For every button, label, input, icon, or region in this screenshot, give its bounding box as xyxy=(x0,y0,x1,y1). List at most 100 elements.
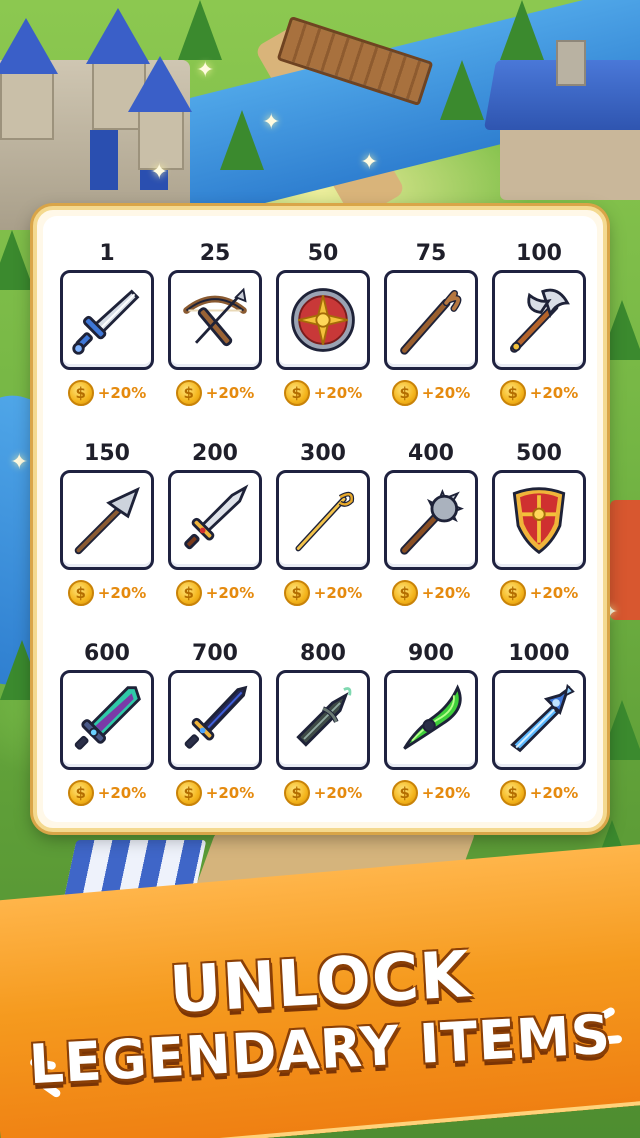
bonus-percent: +20% xyxy=(421,384,471,402)
item-slot[interactable] xyxy=(168,270,262,370)
bonus-percent: +20% xyxy=(529,384,579,402)
bonus-percent: +20% xyxy=(313,584,363,602)
item-level: 500 xyxy=(516,441,562,466)
battle-axe-icon xyxy=(510,288,570,353)
coin-icon: $ xyxy=(67,780,94,806)
bonus: $ +20% xyxy=(283,580,363,606)
item-cell[interactable]: 75 $ +20% xyxy=(377,238,485,438)
bonus-percent: +20% xyxy=(205,384,255,402)
item-cell[interactable]: 25 $ +20% xyxy=(161,238,269,438)
tree xyxy=(500,0,544,60)
emerald-sword-icon xyxy=(74,686,141,750)
item-slot[interactable] xyxy=(492,470,586,570)
chimney xyxy=(556,40,586,86)
item-slot[interactable] xyxy=(492,270,586,370)
sparkle-icon: ✦ xyxy=(150,160,169,185)
item-cell[interactable]: 300 $ +20% xyxy=(269,438,377,638)
item-level: 200 xyxy=(192,441,238,466)
tree xyxy=(440,60,484,120)
coin-icon: $ xyxy=(175,780,202,806)
crossbow-icon xyxy=(183,287,247,347)
item-cell[interactable]: 800 $ +20% xyxy=(269,638,377,838)
staff-icon xyxy=(400,290,462,355)
castle-banner xyxy=(90,130,118,190)
item-cell[interactable]: 1 $ +20% xyxy=(53,238,161,438)
bonus: $ +20% xyxy=(391,380,471,406)
bonus: $ +20% xyxy=(283,380,363,406)
bonus: $ +20% xyxy=(499,580,578,606)
dark-sword-icon xyxy=(184,685,248,749)
item-cell[interactable]: 500 $ +20% xyxy=(485,438,593,638)
bonus-percent: +20% xyxy=(421,584,471,602)
item-cell[interactable]: 1000 $ +20% xyxy=(485,638,593,838)
bonus: $ +20% xyxy=(391,780,470,806)
item-slot[interactable] xyxy=(384,470,478,570)
item-slot[interactable] xyxy=(168,670,262,770)
bonus-percent: +20% xyxy=(205,784,255,802)
bonus-percent: +20% xyxy=(97,784,147,802)
castle-tower-roof xyxy=(128,56,192,112)
tree xyxy=(178,0,222,60)
item-slot[interactable] xyxy=(276,670,370,770)
bonus: $ +20% xyxy=(283,780,363,806)
item-level: 150 xyxy=(84,441,130,466)
bonus-percent: +20% xyxy=(205,584,255,602)
coin-icon: $ xyxy=(499,380,526,406)
item-level: 300 xyxy=(300,441,346,466)
item-slot[interactable] xyxy=(168,470,262,570)
jade-blade-icon xyxy=(403,684,462,750)
coin-icon: $ xyxy=(67,380,94,406)
item-cell[interactable]: 600 $ +20% xyxy=(53,638,161,838)
items-grid: 1 $ +20% 25 $ +20% 50 $ +20% 75 $ +20% 1… xyxy=(53,238,593,838)
coin-icon: $ xyxy=(175,380,202,406)
item-cell[interactable]: 50 $ +20% xyxy=(269,238,377,438)
item-cell[interactable]: 700 $ +20% xyxy=(161,638,269,838)
item-slot[interactable] xyxy=(384,270,478,370)
bonus-percent: +20% xyxy=(529,784,579,802)
item-level: 100 xyxy=(516,241,562,266)
item-cell[interactable]: 400 $ +20% xyxy=(377,438,485,638)
item-level: 800 xyxy=(300,641,346,666)
item-slot[interactable] xyxy=(384,670,478,770)
sparkle-icon: ✦ xyxy=(10,450,29,475)
bonus: $ +20% xyxy=(499,380,579,406)
item-level: 25 xyxy=(199,241,231,266)
coin-icon: $ xyxy=(391,780,418,806)
sparkle-icon: ✦ xyxy=(360,150,379,175)
item-level: 700 xyxy=(192,641,238,666)
bonus-percent: +20% xyxy=(313,384,363,402)
bonus: $ +20% xyxy=(67,380,147,406)
bonus: $ +20% xyxy=(175,380,255,406)
item-cell[interactable]: 900 $ +20% xyxy=(377,638,485,838)
item-cell[interactable]: 150 $ +20% xyxy=(53,438,161,638)
coin-icon: $ xyxy=(499,580,526,606)
coin-icon: $ xyxy=(283,380,310,406)
unlock-items-panel: 1 $ +20% 25 $ +20% 50 $ +20% 75 $ +20% 1… xyxy=(33,206,607,832)
item-slot[interactable] xyxy=(276,470,370,570)
tree xyxy=(220,110,264,170)
coin-icon: $ xyxy=(67,580,94,606)
bonus: $ +20% xyxy=(67,580,146,606)
item-slot[interactable] xyxy=(60,270,154,370)
item-level: 400 xyxy=(408,441,454,466)
silver-sword-icon xyxy=(184,484,249,550)
coin-icon: $ xyxy=(175,580,202,606)
item-slot[interactable] xyxy=(60,670,154,770)
bonus: $ +20% xyxy=(391,580,471,606)
cursed-dagger-icon xyxy=(296,687,352,747)
bonus-percent: +20% xyxy=(313,784,363,802)
castle-tower-roof xyxy=(0,18,58,74)
item-cell[interactable]: 100 $ +20% xyxy=(485,238,593,438)
sparkle-icon: ✦ xyxy=(196,58,215,83)
item-slot[interactable] xyxy=(492,670,586,770)
item-slot[interactable] xyxy=(276,270,370,370)
mace-icon xyxy=(400,488,464,555)
item-level: 1000 xyxy=(508,641,570,666)
item-slot[interactable] xyxy=(60,470,154,570)
panel-inner: 1 $ +20% 25 $ +20% 50 $ +20% 75 $ +20% 1… xyxy=(43,216,597,822)
golden-rapier-icon xyxy=(295,491,355,552)
item-cell[interactable]: 200 $ +20% xyxy=(161,438,269,638)
round-shield-icon xyxy=(291,288,355,352)
bonus: $ +20% xyxy=(175,780,255,806)
bonus-percent: +20% xyxy=(97,384,147,402)
